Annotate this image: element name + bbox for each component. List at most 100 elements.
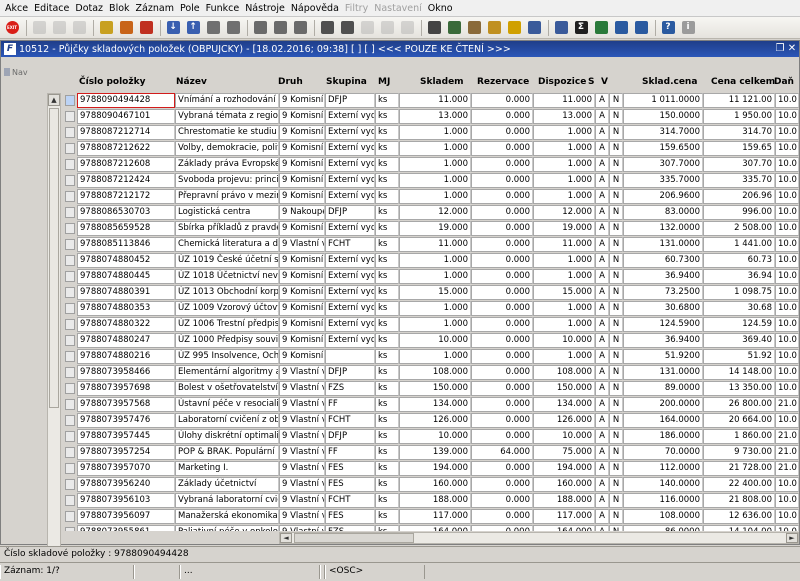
cell-rezervace[interactable]: 0.000 (471, 237, 533, 252)
row-selector[interactable] (65, 191, 75, 202)
cell-da-[interactable]: 10.0 (775, 349, 799, 364)
cell-druh[interactable]: 9 Komisní z (279, 253, 325, 268)
row-selector[interactable] (65, 271, 75, 282)
cell-da-[interactable]: 10.0 (775, 285, 799, 300)
table-row[interactable]: 9788073958466Elementární algoritmy aplik… (63, 365, 799, 380)
cell-dispozice[interactable]: 10.000 (533, 429, 595, 444)
cell-skladem[interactable]: 1.000 (399, 269, 471, 284)
cell-cena-celkem[interactable]: 314.70 (703, 125, 775, 140)
cell-druh[interactable]: 9 Komisní z (279, 173, 325, 188)
cell-n-zev[interactable]: Základy účetnictví (175, 477, 279, 492)
cell--slo-polo-ky[interactable]: 9788074880322 (77, 317, 175, 332)
row-selector[interactable] (65, 527, 75, 531)
cell-da-[interactable]: 10.0 (775, 189, 799, 204)
cell-v[interactable]: N (609, 461, 623, 476)
cell-rezervace[interactable]: 0.000 (471, 173, 533, 188)
column-header[interactable]: Skupina (326, 77, 367, 87)
cell-rezervace[interactable]: 0.000 (471, 125, 533, 140)
cell-mj[interactable]: ks (375, 285, 399, 300)
cell-v[interactable]: N (609, 301, 623, 316)
cell-sklad-cena[interactable]: 124.5900 (623, 317, 703, 332)
cell-n-zev[interactable]: POP & BRAK. Populární lite (175, 445, 279, 460)
cell-sklad-cena[interactable]: 150.0000 (623, 109, 703, 124)
cell-skupina[interactable]: Externí vyda (325, 269, 375, 284)
cell-v[interactable]: N (609, 509, 623, 524)
cell-da-[interactable]: 10.0 (775, 253, 799, 268)
cell-mj[interactable]: ks (375, 493, 399, 508)
cell-skladem[interactable]: 10.000 (399, 429, 471, 444)
cell-n-zev[interactable]: Chrestomatie ke studiu filo (175, 125, 279, 140)
row-selector[interactable] (65, 159, 75, 170)
cell-rezervace[interactable]: 64.000 (471, 445, 533, 460)
cell-rezervace[interactable]: 0.000 (471, 461, 533, 476)
table-row[interactable]: 9788073957070Marketing I.9 Vlastní výFES… (63, 461, 799, 476)
column-header[interactable]: Druh (278, 77, 303, 87)
cell-da-[interactable]: 10.0 (775, 381, 799, 396)
table-row[interactable]: 9788074880216 ÚZ 995 Insolvence, Ochra 9 K… (63, 349, 799, 364)
table-row[interactable]: 9788087212424 Svoboda projevu: principy 9 … (63, 173, 799, 188)
column-header[interactable]: S (588, 77, 594, 87)
vertical-scrollbar[interactable]: ▲ ▼ (47, 93, 61, 571)
cell-n-zev[interactable]: Volby, demokracie, politick (175, 141, 279, 156)
cell-da-[interactable]: 10.0 (775, 301, 799, 316)
cell-cena-celkem[interactable]: 20 664.00 (703, 413, 775, 428)
cell-druh[interactable]: 9 Komisní z (279, 349, 325, 364)
cell-v[interactable]: N (609, 221, 623, 236)
cell-dispozice[interactable]: 1.000 (533, 269, 595, 284)
cell-n-zev[interactable]: ÚZ 1006 Trestní předpisy (175, 317, 279, 332)
cell--slo-polo-ky[interactable]: 9788073957476 (77, 413, 175, 428)
translate-button[interactable] (632, 19, 650, 37)
cell-sklad-cena[interactable]: 131.0000 (623, 365, 703, 380)
cell-s[interactable]: A (595, 237, 609, 252)
cell-n-zev[interactable]: ÚZ 1000 Předpisy souvis (175, 333, 279, 348)
cell-druh[interactable]: 9 Vlastní vý (279, 525, 325, 531)
cell-mj[interactable]: ks (375, 109, 399, 124)
cell-cena-celkem[interactable]: 369.40 (703, 333, 775, 348)
info-button[interactable]: i (679, 19, 697, 37)
cell-n-zev[interactable]: Vybraná témata z regioná (175, 109, 279, 124)
cell-sklad-cena[interactable]: 30.6800 (623, 301, 703, 316)
cell-mj[interactable]: ks (375, 477, 399, 492)
cell-v[interactable]: N (609, 157, 623, 172)
cell-skladem[interactable]: 15.000 (399, 285, 471, 300)
cell-sklad-cena[interactable]: 70.0000 (623, 445, 703, 460)
cell-druh[interactable]: 9 Komisní z (279, 125, 325, 140)
table-row[interactable]: 9788074880452 ÚZ 1019 České účetní sta 9 K… (63, 253, 799, 268)
cell-dispozice[interactable]: 75.000 (533, 445, 595, 460)
cell-rezervace[interactable]: 0.000 (471, 509, 533, 524)
cell-skladem[interactable]: 10.000 (399, 333, 471, 348)
menu-item-3[interactable]: Blok (106, 3, 132, 14)
cell-skladem[interactable]: 188.000 (399, 493, 471, 508)
cell-cena-celkem[interactable]: 14 104.00 (703, 525, 775, 531)
cell-cena-celkem[interactable]: 1 860.00 (703, 429, 775, 444)
cell--slo-polo-ky[interactable]: 9788073957698 (77, 381, 175, 396)
cell-rezervace[interactable]: 0.000 (471, 93, 533, 108)
cell-sklad-cena[interactable]: 73.2500 (623, 285, 703, 300)
table-row[interactable]: 9788087212172Přepravní právo v mezinár9 … (63, 189, 799, 204)
cell-da-[interactable]: 10.0 (775, 173, 799, 188)
warning-button[interactable] (505, 19, 523, 37)
cell-rezervace[interactable]: 0.000 (471, 493, 533, 508)
cell-cena-celkem[interactable]: 12 636.00 (703, 509, 775, 524)
cell-s[interactable]: A (595, 381, 609, 396)
cell-skladem[interactable]: 1.000 (399, 157, 471, 172)
cell-s[interactable]: A (595, 285, 609, 300)
cell-da-[interactable]: 10.0 (775, 205, 799, 220)
table-row[interactable]: 9788073957476 Laboratorní cvičení z obec 9… (63, 413, 799, 428)
cell-skladem[interactable]: 1.000 (399, 349, 471, 364)
cell-druh[interactable]: 9 Vlastní vý (279, 381, 325, 396)
cell-skupina[interactable]: FES (325, 509, 375, 524)
cell-da-[interactable]: 10.0 (775, 125, 799, 140)
cell-v[interactable]: N (609, 237, 623, 252)
cell-s[interactable]: A (595, 397, 609, 412)
sum-button[interactable]: Σ (572, 19, 590, 37)
cell-skladem[interactable]: 12.000 (399, 205, 471, 220)
cell-v[interactable]: N (609, 349, 623, 364)
cancel-button[interactable] (70, 19, 88, 37)
cell-da-[interactable]: 10.0 (775, 93, 799, 108)
cell-da-[interactable]: 10.0 (775, 157, 799, 172)
cell-druh[interactable]: 9 Vlastní vý (279, 413, 325, 428)
cell-skupina[interactable] (325, 349, 375, 364)
row-selector[interactable] (65, 463, 75, 474)
cell-skladem[interactable]: 134.000 (399, 397, 471, 412)
